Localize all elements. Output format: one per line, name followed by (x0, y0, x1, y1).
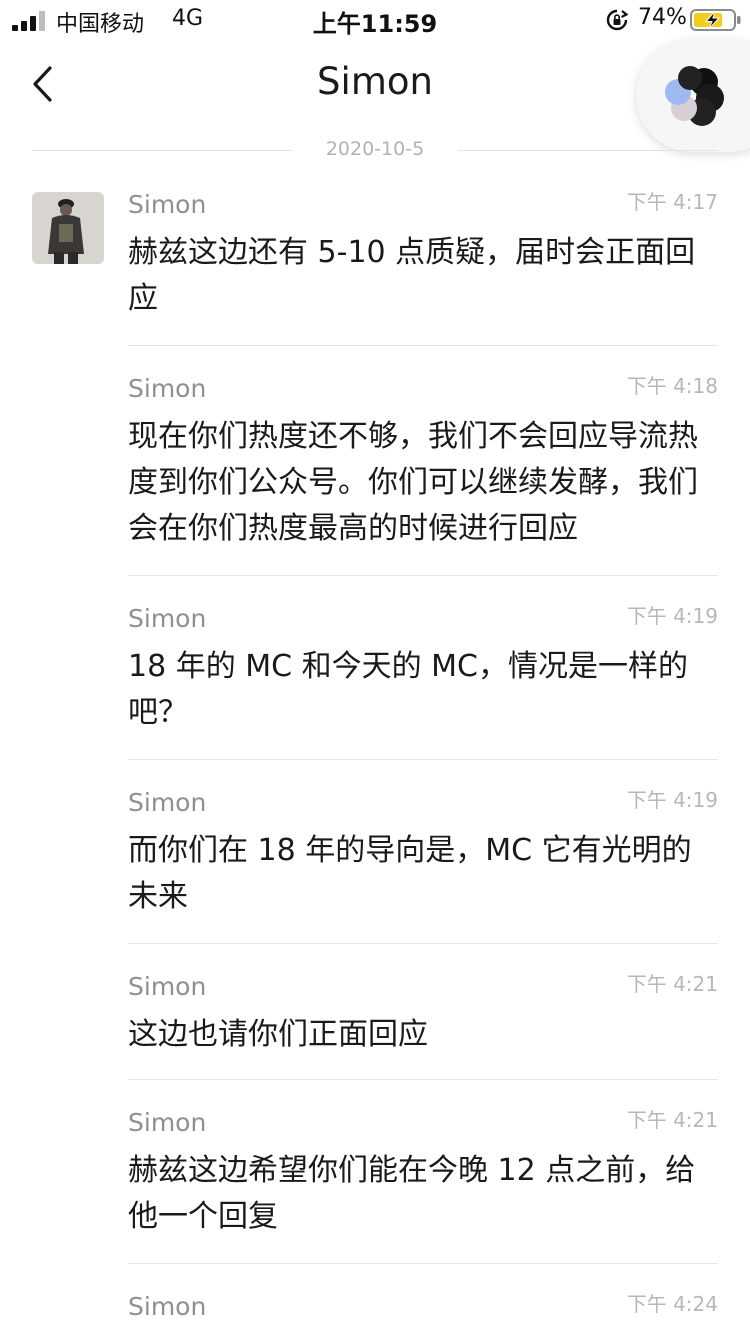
message-sender: Simon (128, 1292, 207, 1321)
message-sender: Simon (128, 604, 207, 633)
message-sender: Simon (128, 788, 207, 817)
message-time: 下午 4:21 (626, 972, 718, 996)
message-time: 下午 4:21 (626, 1108, 718, 1132)
message-item[interactable]: Simon 下午 4:19 18 年的 MC 和今天的 MC，情况是一样的吧？ (128, 604, 718, 760)
battery-percentage: 74% (638, 5, 687, 30)
message-separator (128, 345, 718, 346)
message-item[interactable]: Simon 下午 4:19 而你们在 18 年的导向是，MC 它有光明的未来 (128, 788, 718, 944)
message-text: 赫兹这边还有 5-10 点质疑，届时会正面回应 (128, 235, 696, 316)
message-sender: Simon (128, 1108, 207, 1137)
message-separator (128, 1079, 718, 1080)
date-label: 2020-10-5 (325, 138, 425, 160)
message-text: 这边也请你们正面回应 (128, 1017, 428, 1052)
message-text: 18 年的 MC 和今天的 MC，情况是一样的吧？ (128, 649, 688, 730)
battery-charging-icon (690, 9, 741, 31)
message-item[interactable]: Simon 下午 4:21 这边也请你们正面回应 (128, 972, 718, 1080)
message-text: 现在你们热度还不够，我们不会回应导流热度到你们公众号。你们可以继续发酵，我们会在… (128, 419, 698, 546)
message-separator (128, 1263, 718, 1264)
message-separator (128, 575, 718, 576)
rotation-lock-icon (606, 9, 628, 31)
chat-screen: 中国移动 4G 上午11:59 74% Simon 2020-10-5 Simo… (0, 0, 750, 1334)
message-text: 赫兹这边希望你们能在今晚 12 点之前，给他一个回复 (128, 1153, 696, 1234)
date-divider: 2020-10-5 (32, 138, 750, 162)
message-item[interactable]: Simon 下午 4:18 现在你们热度还不够，我们不会回应导流热度到你们公众号… (128, 374, 718, 576)
message-separator (128, 759, 718, 760)
message-time: 下午 4:19 (626, 604, 718, 628)
message-item[interactable]: Simon 下午 4:21 赫兹这边希望你们能在今晚 12 点之前，给他一个回复 (128, 1108, 718, 1264)
message-text: 而你们在 18 年的导向是，MC 它有光明的未来 (128, 833, 692, 914)
message-time: 下午 4:18 (626, 374, 718, 398)
message-sender: Simon (128, 190, 207, 219)
message-separator (128, 943, 718, 944)
divider-line-left (32, 150, 292, 151)
message-item[interactable]: Simon 下午 4:24 (128, 1292, 718, 1334)
message-time: 下午 4:24 (626, 1292, 718, 1316)
message-sender: Simon (128, 374, 207, 403)
message-item[interactable]: Simon 下午 4:17 赫兹这边还有 5-10 点质疑，届时会正面回应 (128, 190, 718, 346)
message-sender: Simon (128, 972, 207, 1001)
avatar[interactable] (32, 192, 104, 264)
divider-line-right (458, 150, 718, 151)
message-time: 下午 4:17 (626, 190, 718, 214)
floating-window-button[interactable] (636, 40, 750, 152)
floating-app-icon (665, 66, 724, 126)
message-time: 下午 4:19 (626, 788, 718, 812)
status-bar: 中国移动 4G 上午11:59 74% (0, 0, 750, 40)
